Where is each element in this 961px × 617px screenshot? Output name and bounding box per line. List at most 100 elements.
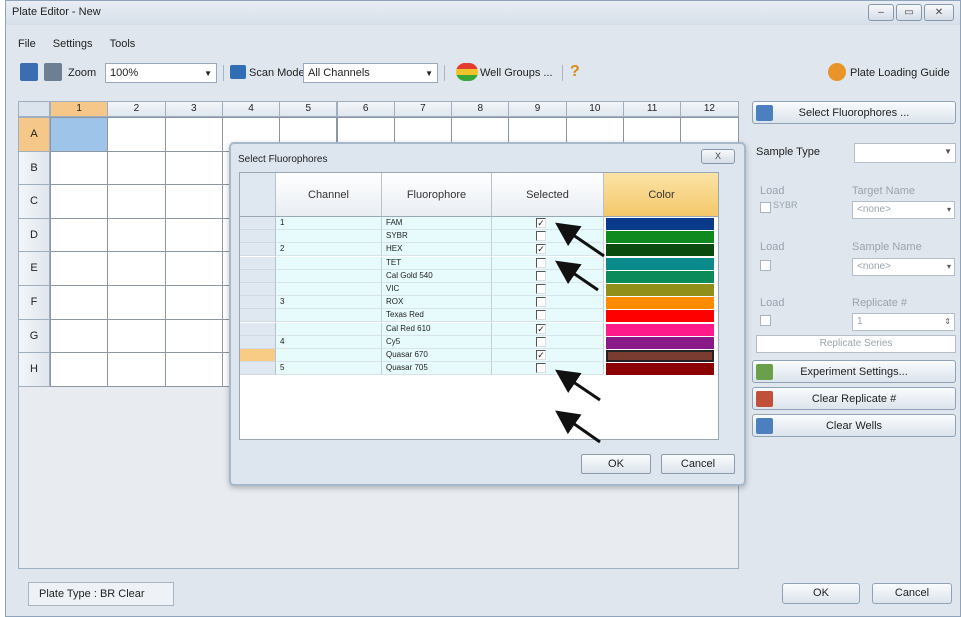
color-swatch[interactable] <box>606 284 714 296</box>
table-row[interactable]: Cal Gold 540 <box>240 269 718 283</box>
row-header[interactable]: D <box>18 217 50 253</box>
table-row[interactable]: 1 FAM ✓ <box>240 217 718 230</box>
load-replicate-checkbox[interactable] <box>760 315 771 326</box>
selected-checkbox[interactable] <box>536 310 546 321</box>
color-swatch[interactable] <box>606 350 714 362</box>
selected-checkbox[interactable]: ✓ <box>536 218 546 228</box>
color-swatch[interactable] <box>606 310 714 323</box>
column-header[interactable]: 1 <box>50 101 109 117</box>
menu-settings[interactable]: Settings <box>53 38 93 50</box>
well-cell[interactable] <box>107 117 166 152</box>
menu-tools[interactable]: Tools <box>110 38 136 50</box>
well-cell[interactable] <box>164 352 223 387</box>
row-header[interactable]: H <box>18 352 50 387</box>
row-header[interactable]: F <box>18 285 50 320</box>
well-groups-button[interactable]: Well Groups ... <box>480 67 553 79</box>
selected-checkbox[interactable] <box>536 257 546 268</box>
row-header[interactable]: G <box>18 318 50 354</box>
selected-checkbox[interactable]: ✓ <box>536 323 546 334</box>
column-header[interactable]: 4 <box>221 101 281 117</box>
color-swatch[interactable] <box>606 363 714 376</box>
color-swatch[interactable] <box>606 323 714 336</box>
column-header[interactable]: 10 <box>565 101 624 117</box>
selected-checkbox[interactable]: ✓ <box>536 244 546 255</box>
row-header[interactable] <box>240 322 276 336</box>
well-cell[interactable] <box>50 318 109 354</box>
column-header[interactable]: 7 <box>393 101 453 117</box>
well-cell[interactable] <box>50 251 109 286</box>
column-header[interactable]: 9 <box>508 101 567 117</box>
well-cell[interactable] <box>107 150 166 186</box>
replicate-stepper[interactable]: 1 ⇕ <box>852 313 955 331</box>
well-cell[interactable] <box>164 285 223 320</box>
table-row[interactable]: SYBR <box>240 230 718 244</box>
target-name-select[interactable]: <none> ▾ <box>852 201 955 219</box>
table-row[interactable]: 4 Cy5 <box>240 335 718 349</box>
dialog-ok-button[interactable]: OK <box>581 454 651 474</box>
experiment-settings-button[interactable]: Experiment Settings... <box>752 360 956 383</box>
color-swatch[interactable] <box>606 336 714 349</box>
color-swatch[interactable] <box>606 297 714 310</box>
row-header[interactable] <box>240 309 276 323</box>
color-swatch[interactable] <box>606 270 714 283</box>
well-cell[interactable] <box>50 184 109 219</box>
sample-name-select[interactable]: <none> ▾ <box>852 258 955 276</box>
plate-loading-guide-icon[interactable] <box>828 63 846 81</box>
title-bar[interactable]: Plate Editor - New – ▭ ✕ <box>6 1 960 25</box>
well-cell[interactable] <box>164 251 223 286</box>
well-cell[interactable] <box>164 184 223 219</box>
column-header[interactable]: 12 <box>680 101 739 117</box>
selected-checkbox[interactable]: ✓ <box>536 350 546 360</box>
grid-corner[interactable] <box>18 101 50 117</box>
well-cell[interactable] <box>107 318 166 354</box>
save-icon[interactable] <box>20 63 38 81</box>
well-cell[interactable] <box>164 217 223 253</box>
row-header[interactable] <box>240 256 276 270</box>
row-header[interactable] <box>240 335 276 349</box>
well-cell[interactable] <box>107 217 166 253</box>
zoom-select[interactable]: 100% ▼ <box>105 63 217 83</box>
well-cell[interactable] <box>107 184 166 219</box>
column-header[interactable]: 5 <box>279 101 338 117</box>
well-cell[interactable] <box>50 150 109 186</box>
table-row[interactable]: 5 Quasar 705 <box>240 362 718 376</box>
well-cell[interactable] <box>50 217 109 253</box>
color-swatch[interactable] <box>606 257 714 270</box>
maximize-button[interactable]: ▭ <box>896 4 922 21</box>
dialog-close-button[interactable]: X <box>701 149 735 164</box>
well-cell[interactable] <box>50 352 109 387</box>
column-header[interactable]: 11 <box>623 101 682 117</box>
well-cell[interactable] <box>164 150 223 186</box>
table-row[interactable]: VIC <box>240 283 718 296</box>
selected-checkbox[interactable] <box>536 270 546 281</box>
replicate-series-button[interactable]: Replicate Series <box>756 335 956 353</box>
row-header[interactable]: E <box>18 251 50 286</box>
menu-file[interactable]: File <box>18 38 36 50</box>
color-swatch[interactable] <box>606 231 714 244</box>
column-header[interactable]: 6 <box>336 101 395 117</box>
table-row[interactable]: Quasar 670 ✓ <box>240 349 718 362</box>
row-header[interactable] <box>240 349 276 362</box>
help-icon[interactable]: ? <box>570 63 580 81</box>
minimize-button[interactable]: – <box>868 4 894 21</box>
table-row[interactable]: 3 ROX <box>240 296 718 310</box>
row-header[interactable]: C <box>18 184 50 219</box>
cancel-button[interactable]: Cancel <box>872 583 952 604</box>
sybr-checkbox[interactable] <box>760 202 771 213</box>
selected-checkbox[interactable] <box>536 284 546 294</box>
row-header[interactable]: A <box>18 117 50 152</box>
column-header[interactable]: 8 <box>451 101 510 117</box>
well-cell[interactable] <box>107 285 166 320</box>
well-cell[interactable] <box>107 352 166 387</box>
row-header[interactable] <box>240 243 276 257</box>
table-row[interactable]: Cal Red 610 ✓ <box>240 322 718 336</box>
row-header[interactable] <box>240 296 276 310</box>
row-header[interactable] <box>240 230 276 244</box>
well-cell[interactable] <box>50 117 109 152</box>
color-swatch[interactable] <box>606 218 714 230</box>
well-cell[interactable] <box>50 285 109 320</box>
close-button[interactable]: ✕ <box>924 4 954 21</box>
plate-loading-guide-button[interactable]: Plate Loading Guide <box>850 67 950 79</box>
table-row[interactable]: 2 HEX ✓ <box>240 243 718 257</box>
row-header[interactable] <box>240 362 276 376</box>
